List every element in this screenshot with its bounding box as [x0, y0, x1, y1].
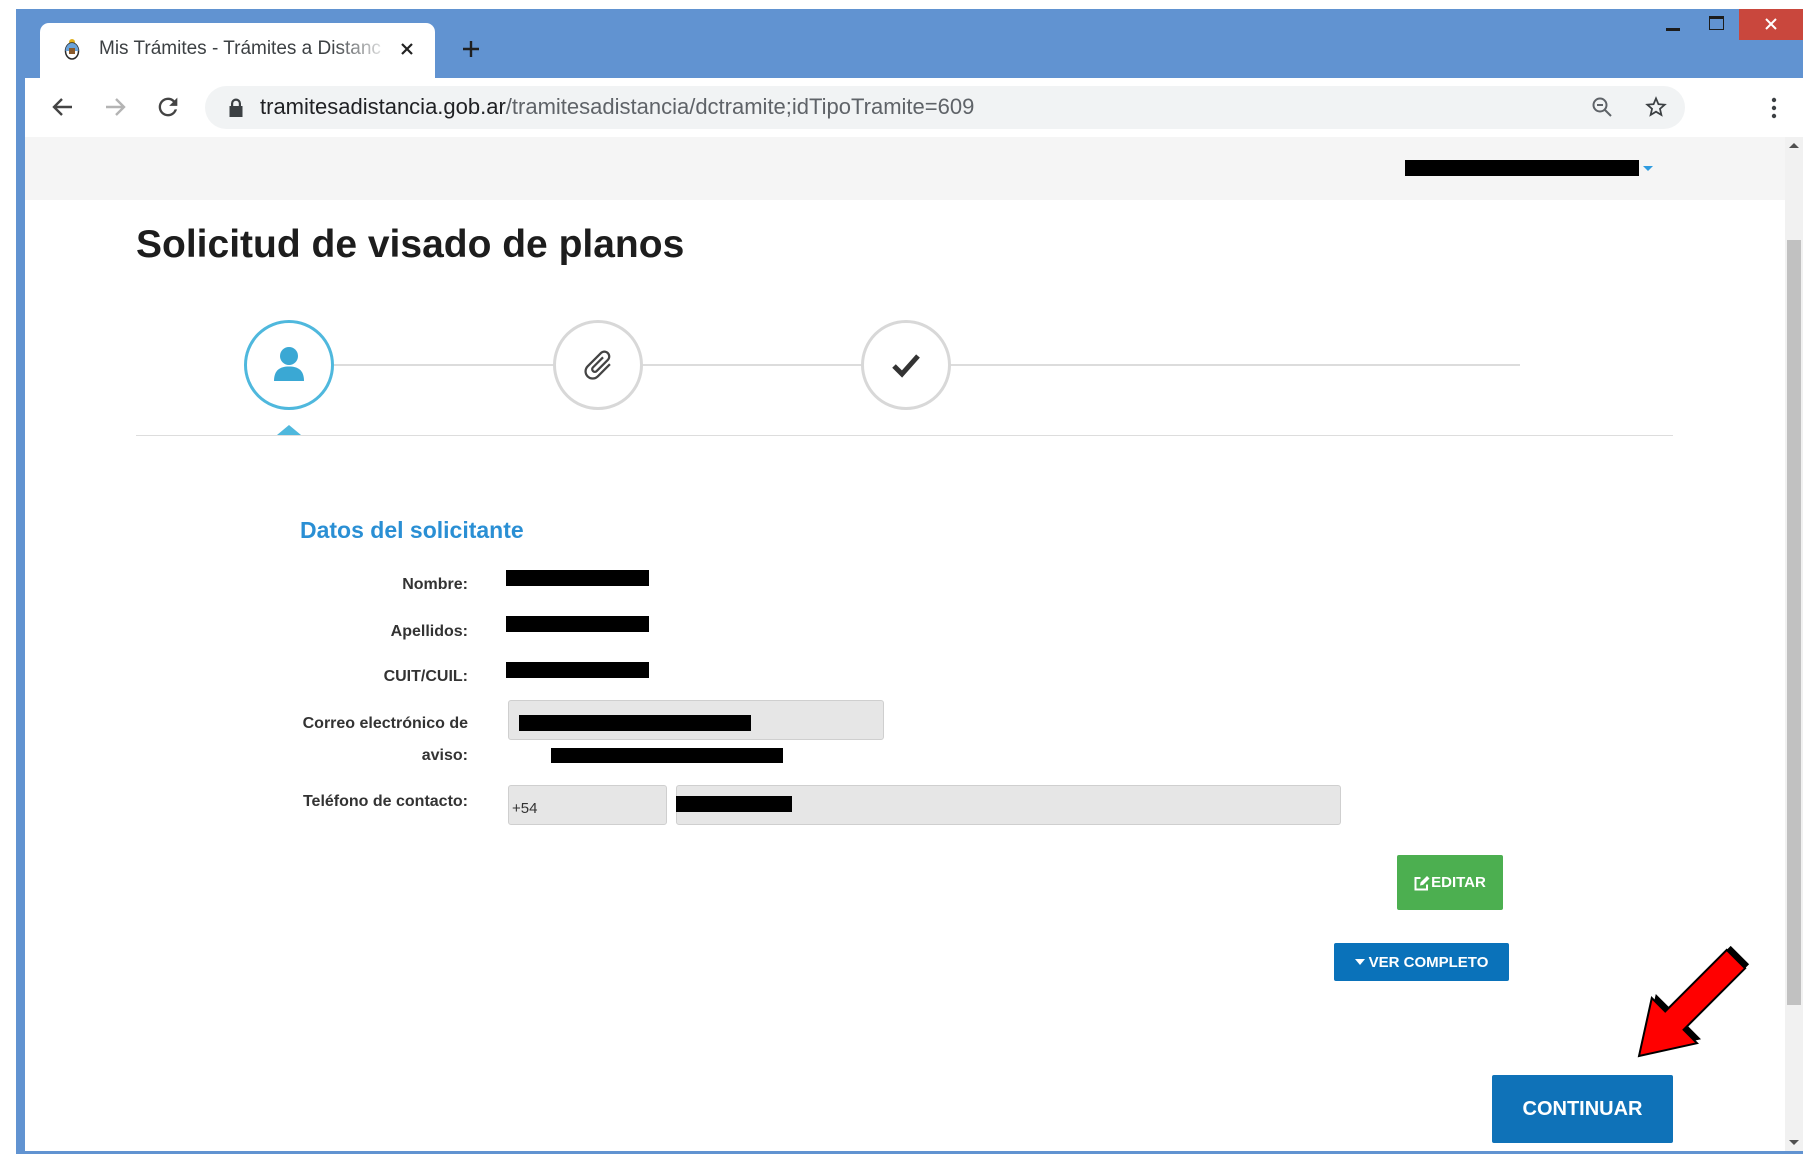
close-icon	[1765, 18, 1777, 30]
maximize-icon[interactable]	[1709, 16, 1724, 30]
edit-button-label: EDITAR	[1431, 874, 1486, 891]
redacted-value	[506, 662, 649, 678]
cuit-label: CUIT/CUIL:	[383, 668, 468, 685]
url-domain: tramitesadistancia.gob.ar	[260, 94, 506, 119]
close-icon[interactable]	[400, 42, 414, 56]
stepper-divider	[136, 435, 1673, 436]
check-icon	[892, 354, 920, 378]
user-menu[interactable]	[1405, 160, 1639, 176]
menu-icon[interactable]	[1770, 96, 1778, 120]
scroll-up-icon[interactable]	[1789, 143, 1799, 148]
view-full-button-label: VER COMPLETO	[1368, 953, 1489, 971]
window-close-button[interactable]	[1739, 9, 1803, 40]
edit-button[interactable]: EDITAR	[1397, 855, 1503, 910]
back-arrow-icon[interactable]	[49, 93, 77, 121]
section-title: Datos del solicitante	[300, 517, 524, 543]
apellidos-label: Apellidos:	[390, 623, 468, 640]
scroll-down-icon[interactable]	[1789, 1140, 1799, 1145]
active-step-pointer	[277, 425, 301, 435]
redacted-value	[506, 616, 649, 632]
scrollbar-thumb[interactable]	[1787, 240, 1801, 1005]
zoom-icon[interactable]	[1590, 95, 1614, 119]
edit-icon	[1414, 875, 1430, 890]
tab-title: Mis Trámites - Trámites a Distanc	[99, 38, 381, 59]
url-text[interactable]: tramitesadistancia.gob.ar/tramitesadista…	[260, 93, 974, 121]
lock-icon[interactable]	[228, 98, 244, 117]
redacted-value	[676, 796, 792, 812]
page-title: Solicitud de visado de planos	[136, 223, 685, 266]
redacted-value	[506, 570, 649, 586]
page-content	[25, 137, 1785, 1151]
continue-button-label: CONTINUAR	[1522, 1097, 1643, 1120]
forward-arrow-icon[interactable]	[101, 93, 129, 121]
redacted-value	[551, 748, 783, 763]
caret-down-icon[interactable]	[1643, 166, 1653, 171]
phone-prefix-field[interactable]	[508, 785, 667, 825]
user-icon	[274, 347, 304, 381]
url-path: /tramitesadistancia/dctramite;idTipoTram…	[505, 94, 975, 119]
continue-button[interactable]: CONTINUAR	[1492, 1075, 1673, 1143]
red-arrow-icon	[1637, 945, 1750, 1058]
plus-icon[interactable]	[462, 40, 480, 58]
minimize-icon[interactable]	[1666, 28, 1680, 31]
caret-down-icon	[1354, 958, 1365, 965]
reload-icon[interactable]	[154, 93, 182, 121]
coat-of-arms-icon	[64, 39, 80, 60]
redacted-value	[519, 715, 751, 731]
star-icon[interactable]	[1643, 94, 1669, 120]
email-label: Correo electrónico de aviso:	[302, 715, 468, 764]
view-full-button[interactable]: VER COMPLETO	[1334, 943, 1509, 981]
phone-label: Teléfono de contacto:	[302, 793, 468, 810]
nombre-label: Nombre:	[402, 576, 468, 593]
